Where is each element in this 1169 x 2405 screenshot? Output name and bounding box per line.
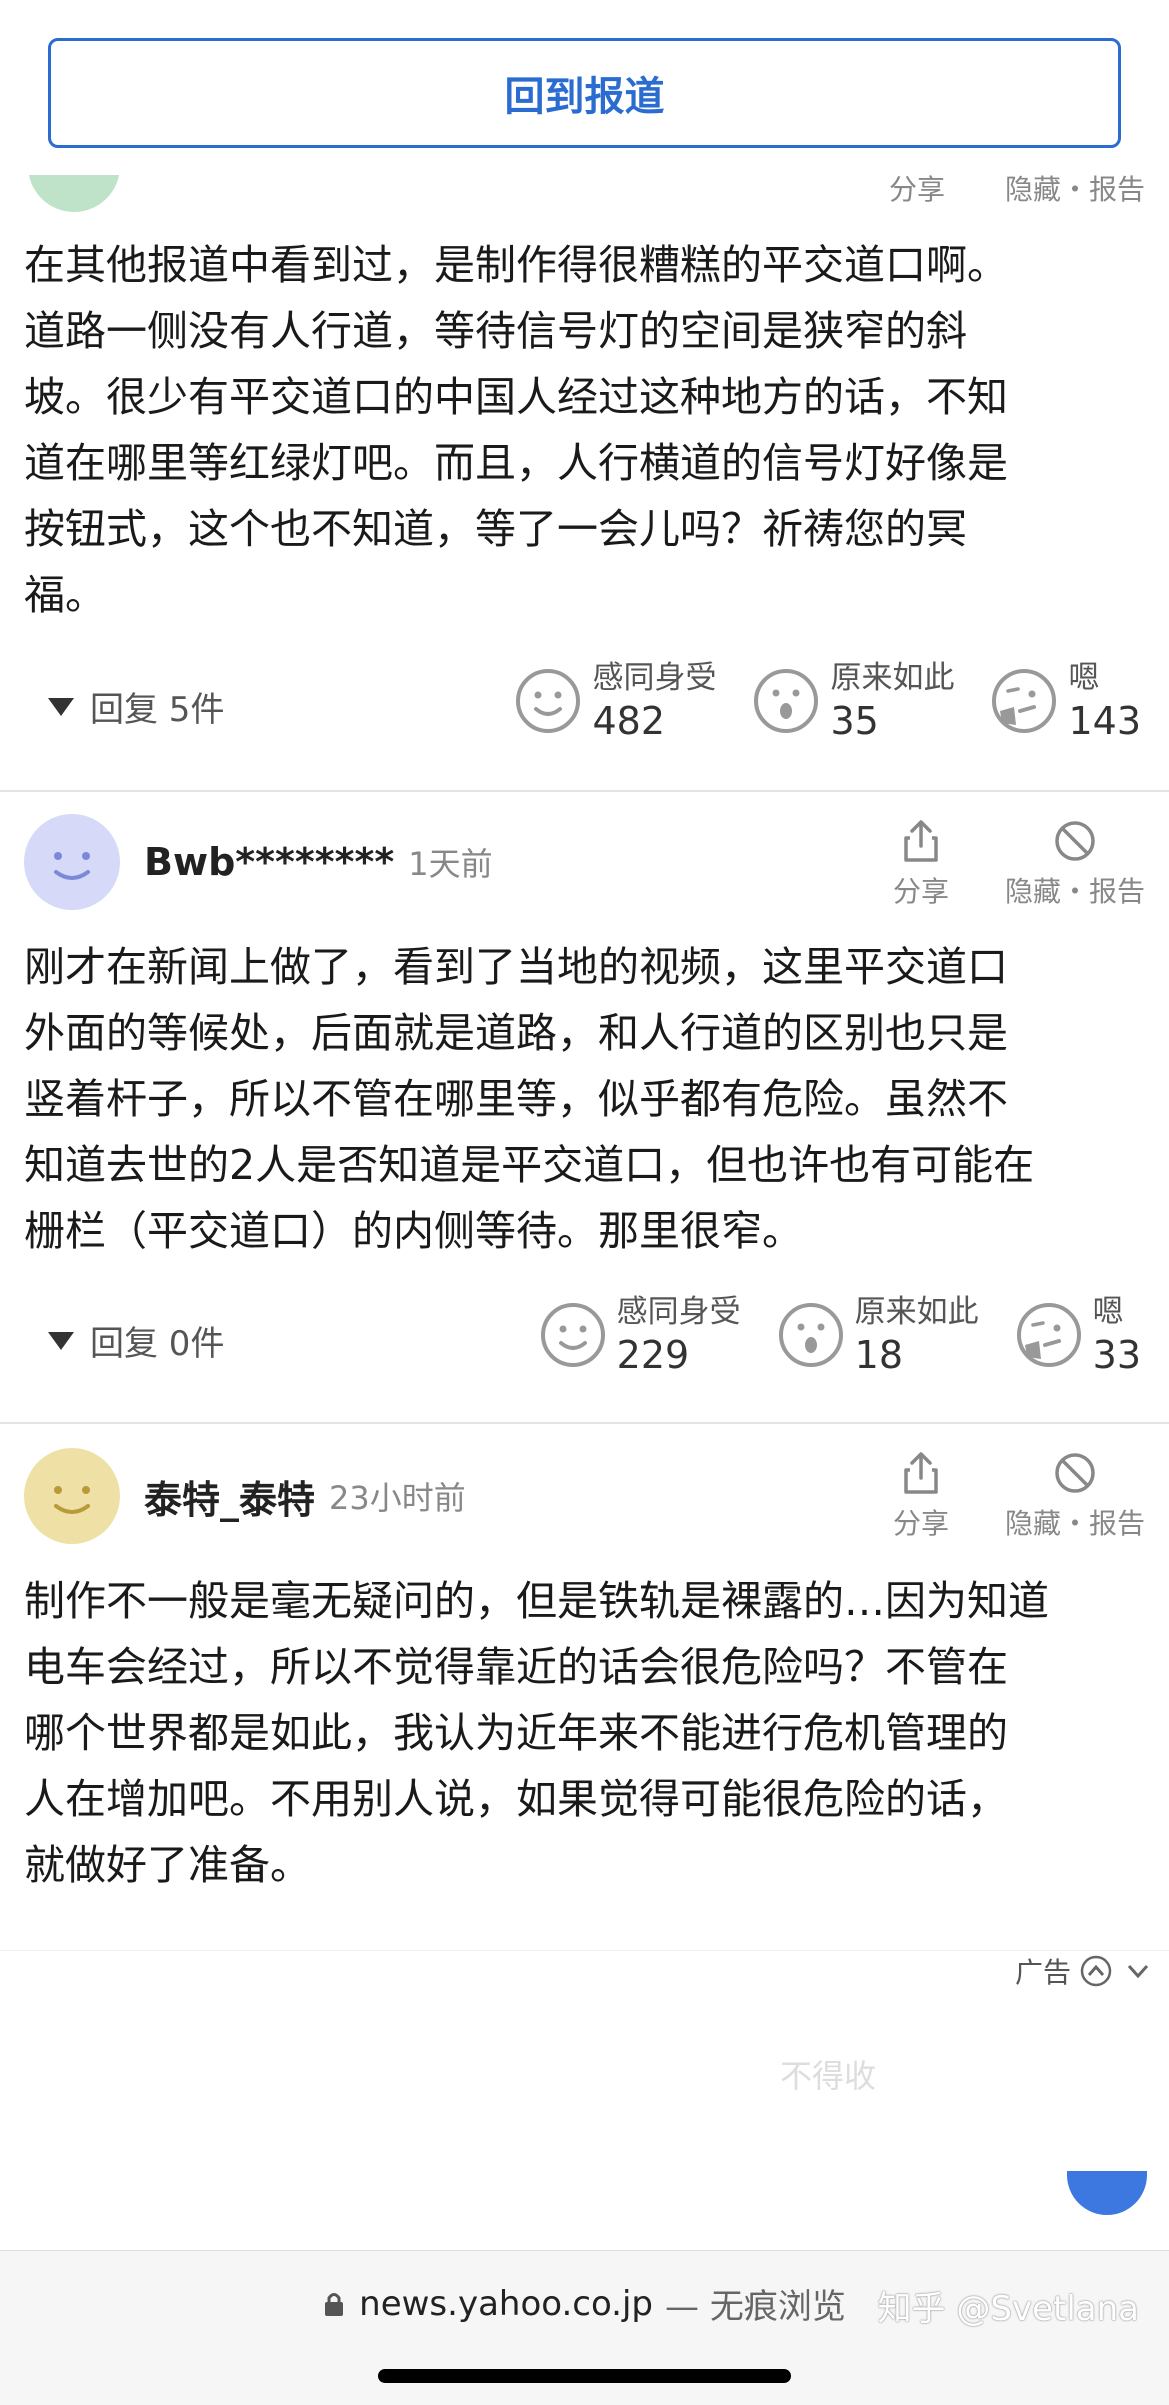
private-mode-label: — 无痕浏览	[665, 2287, 846, 2327]
ad-text: 不得收	[780, 2057, 877, 2095]
chevron-up-icon[interactable]	[1079, 1954, 1113, 1988]
back-to-article-button[interactable]: 回到报道	[48, 38, 1121, 148]
ad-label: 广告	[1014, 1956, 1071, 1989]
reaction-count: 143	[1068, 699, 1141, 743]
comment-body: 在其他报道中看到过，是制作得很糟糕的平交道口啊。 道路一侧没有人行道，等待信号灯…	[24, 241, 1008, 619]
comment-footer: 回复 0件 感同身受 229 原来如此 18 嗯 33	[0, 1292, 1169, 1388]
divider	[0, 1422, 1169, 1424]
comment-body: 制作不一般是毫无疑问的，但是铁轨是裸露的…因为知道 电车会经过，所以不觉得靠近的…	[24, 1577, 1049, 1889]
ad-banner[interactable]: 广告 不得收	[0, 1950, 1169, 2250]
reaction-hmm[interactable]: 嗯 143	[990, 658, 1141, 744]
reaction-empathize[interactable]: 感同身受 482	[514, 658, 716, 744]
reaction-label: 原来如此	[830, 660, 955, 696]
browser-bar: news.yahoo.co.jp — 无痕浏览 知乎 @Svetlana	[0, 2250, 1169, 2405]
comment-header: Bwb******** 1天前	[24, 814, 493, 910]
avatar-face-icon	[24, 1448, 120, 1544]
hide-report-label: 隐藏・报告	[1004, 1507, 1145, 1540]
reaction-hmm[interactable]: 嗯 33	[1015, 1292, 1141, 1378]
reaction-empathize[interactable]: 感同身受 229	[539, 1292, 741, 1378]
reaction-count: 33	[1092, 1333, 1141, 1377]
hide-report-label: 隐藏・报告	[1004, 875, 1145, 908]
reaction-i-see[interactable]: 原来如此 35	[752, 658, 954, 744]
share-button[interactable]: 分享	[893, 1450, 949, 1542]
page: { "header": { "back_label": "回到报道" }, "f…	[0, 0, 1169, 2405]
share-icon	[904, 820, 938, 862]
share-button[interactable]: 分享	[893, 818, 949, 910]
replies-toggle[interactable]: 回复 0件	[48, 1316, 224, 1365]
comment-footer: 回复 5件 感同身受 482 原来如此 35 嗯 143	[0, 658, 1169, 754]
reaction-label: 嗯	[1092, 1294, 1124, 1330]
avatar[interactable]	[24, 1448, 120, 1544]
divider	[0, 790, 1169, 792]
share-label: 分享	[892, 1507, 949, 1540]
avatar[interactable]	[24, 814, 120, 910]
comment-time: 23小时前	[329, 1479, 466, 1517]
replies-toggle[interactable]: 回复 5件	[48, 682, 224, 731]
replies-label: 回复 5件	[90, 690, 225, 730]
reaction-label: 嗯	[1068, 660, 1100, 696]
reaction-count: 35	[830, 699, 879, 743]
smile-face-icon	[540, 1303, 605, 1367]
hide-report-button[interactable]: 隐藏・报告	[1005, 1450, 1145, 1542]
chevron-down-icon[interactable]	[1121, 1954, 1155, 1988]
home-indicator[interactable]	[378, 2369, 791, 2383]
avatar-face-icon	[24, 814, 120, 910]
ad-controls: 广告	[1015, 1951, 1155, 1991]
thinking-face-icon	[992, 669, 1057, 733]
lock-icon	[325, 2292, 344, 2316]
top-bar: 回到报道	[0, 0, 1169, 175]
hide-report-button[interactable]: 隐藏・报告	[1005, 818, 1145, 910]
surprised-face-icon	[754, 669, 819, 733]
url-text: news.yahoo.co.jp	[359, 2283, 654, 2324]
comment-actions: 分享 隐藏・报告	[893, 818, 1145, 910]
comment-actions: 分享 隐藏・报告	[893, 1450, 1145, 1542]
reaction-i-see[interactable]: 原来如此 18	[777, 1292, 979, 1378]
thinking-face-icon	[1016, 1303, 1081, 1367]
reaction-count: 18	[854, 1333, 903, 1377]
reaction-label: 感同身受	[592, 660, 717, 696]
triangle-down-icon	[48, 1331, 74, 1350]
surprised-face-icon	[778, 1303, 843, 1367]
reaction-count: 229	[616, 1333, 690, 1377]
prohibited-icon	[1055, 821, 1095, 861]
smile-face-icon	[516, 669, 581, 733]
comment-time: 1天前	[408, 845, 493, 883]
reaction-count: 482	[592, 699, 665, 743]
username[interactable]: 泰特_泰特	[144, 1469, 315, 1524]
username[interactable]: Bwb********	[144, 840, 394, 884]
triangle-down-icon	[48, 697, 74, 716]
replies-label: 回复 0件	[90, 1324, 225, 1364]
share-icon	[904, 1452, 938, 1494]
share-label: 分享	[892, 875, 949, 908]
comment-body: 刚才在新闻上做了，看到了当地的视频，这里平交道口 外面的等候处，后面就是道路，和…	[24, 943, 1035, 1255]
comment-header: 泰特_泰特 23小时前	[24, 1448, 466, 1544]
watermark: 知乎 @Svetlana	[877, 2289, 1139, 2329]
ad-button[interactable]	[1067, 2171, 1147, 2215]
reaction-label: 原来如此	[854, 1294, 979, 1330]
prohibited-icon	[1055, 1453, 1095, 1493]
reaction-label: 感同身受	[616, 1294, 741, 1330]
